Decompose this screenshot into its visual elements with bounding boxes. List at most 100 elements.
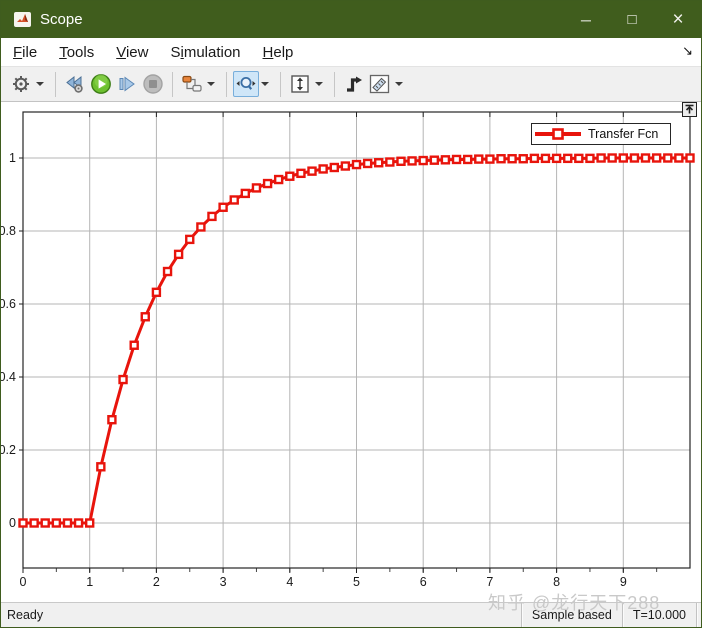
y-tick-label: 0.6 xyxy=(1,297,16,311)
data-marker xyxy=(153,289,160,296)
data-marker xyxy=(542,155,549,162)
x-tick-label: 1 xyxy=(86,575,93,589)
menu-tools[interactable]: Tools xyxy=(49,40,104,65)
zoom-dropdown-caret[interactable] xyxy=(261,82,269,86)
menu-file[interactable]: File xyxy=(3,40,47,65)
data-marker xyxy=(309,168,316,175)
data-marker xyxy=(275,176,282,183)
data-marker xyxy=(75,520,82,527)
run-button[interactable] xyxy=(88,71,114,97)
y-tick-label: 0.2 xyxy=(1,443,16,457)
menu-overflow-icon[interactable]: ↘ xyxy=(682,43,693,59)
step-forward-icon xyxy=(116,74,138,94)
status-sample-mode: Sample based xyxy=(522,603,622,627)
menu-help[interactable]: Help xyxy=(253,40,304,65)
data-marker xyxy=(131,342,138,349)
status-sim-time: T=10.000 xyxy=(623,603,696,627)
toolbar xyxy=(1,66,701,102)
data-marker xyxy=(175,251,182,258)
close-button[interactable]: × xyxy=(655,1,701,38)
data-marker xyxy=(353,161,360,168)
data-marker xyxy=(264,180,271,187)
toolbar-separator xyxy=(172,72,173,97)
simulink-app-icon xyxy=(14,12,31,27)
toolbar-separator xyxy=(334,72,335,97)
menu-view[interactable]: View xyxy=(106,40,158,65)
legend-line-sample xyxy=(532,126,584,142)
data-marker xyxy=(386,159,393,166)
stepping-options-button[interactable] xyxy=(62,71,88,97)
window-title: Scope xyxy=(40,11,83,28)
data-marker xyxy=(631,155,638,162)
fit-to-view-button[interactable] xyxy=(287,71,313,97)
data-marker xyxy=(664,155,671,162)
data-marker xyxy=(42,520,49,527)
fit-to-view-icon xyxy=(290,74,310,94)
data-marker xyxy=(208,213,215,220)
y-tick-label: 0.4 xyxy=(1,370,16,384)
settings-dropdown-caret[interactable] xyxy=(36,82,44,86)
settings-button[interactable] xyxy=(8,71,34,97)
menu-simulation[interactable]: Simulation xyxy=(160,40,250,65)
data-marker xyxy=(453,156,460,163)
matlab-logo-icon xyxy=(16,13,29,26)
data-marker xyxy=(286,173,293,180)
gear-icon xyxy=(11,74,31,94)
data-marker xyxy=(64,520,71,527)
legend[interactable]: Transfer Fcn xyxy=(531,123,671,145)
cursor-measurements-button[interactable] xyxy=(367,71,393,97)
trigger-button[interactable] xyxy=(341,71,367,97)
scope-window: Scope ─ □ × File Tools View Simulation H… xyxy=(0,0,702,628)
simulink-blocks-icon xyxy=(181,74,203,94)
data-marker xyxy=(520,155,527,162)
x-tick-label: 7 xyxy=(486,575,493,589)
data-marker xyxy=(498,155,505,162)
data-marker xyxy=(509,155,516,162)
plot-canvas[interactable]: 012345678900.20.40.60.81 Transfer Fcn xyxy=(1,102,701,602)
data-marker xyxy=(553,155,560,162)
toolbar-separator xyxy=(55,72,56,97)
data-marker xyxy=(364,160,371,167)
data-marker xyxy=(253,184,260,191)
data-marker xyxy=(531,155,538,162)
run-icon xyxy=(90,73,112,95)
fit-dropdown-caret[interactable] xyxy=(315,82,323,86)
data-marker xyxy=(475,156,482,163)
data-marker xyxy=(442,156,449,163)
y-tick-label: 0 xyxy=(9,516,16,530)
data-marker xyxy=(220,204,227,211)
data-marker xyxy=(598,155,605,162)
data-marker xyxy=(53,520,60,527)
x-tick-label: 9 xyxy=(620,575,627,589)
data-marker xyxy=(375,159,382,166)
zoom-icon xyxy=(235,74,257,94)
y-tick-label: 0.8 xyxy=(1,224,16,238)
step-forward-button[interactable] xyxy=(114,71,140,97)
data-marker xyxy=(409,157,416,164)
maximize-button[interactable]: □ xyxy=(609,1,655,38)
zoom-button[interactable] xyxy=(233,71,259,97)
menu-bar: File Tools View Simulation Help ↘ xyxy=(1,38,701,66)
data-marker xyxy=(586,155,593,162)
toolbar-separator xyxy=(280,72,281,97)
measurements-dropdown-caret[interactable] xyxy=(395,82,403,86)
scope-plot[interactable]: 012345678900.20.40.60.81 xyxy=(1,102,701,602)
data-marker xyxy=(197,223,204,230)
stop-button[interactable] xyxy=(140,71,166,97)
highlight-block-button[interactable] xyxy=(179,71,205,97)
data-marker xyxy=(231,196,238,203)
title-bar: Scope ─ □ × xyxy=(1,1,701,38)
minimize-button[interactable]: ─ xyxy=(563,1,609,38)
data-marker xyxy=(431,157,438,164)
data-marker xyxy=(653,155,660,162)
data-marker xyxy=(108,416,115,423)
data-marker xyxy=(242,190,249,197)
status-bar: Ready Sample based T=10.000 xyxy=(1,602,701,627)
ruler-icon xyxy=(369,74,391,94)
data-marker xyxy=(320,165,327,172)
dock-scope-button[interactable] xyxy=(682,102,697,117)
data-marker xyxy=(331,164,338,171)
x-tick-label: 5 xyxy=(353,575,360,589)
x-tick-label: 0 xyxy=(20,575,27,589)
highlight-dropdown-caret[interactable] xyxy=(207,82,215,86)
